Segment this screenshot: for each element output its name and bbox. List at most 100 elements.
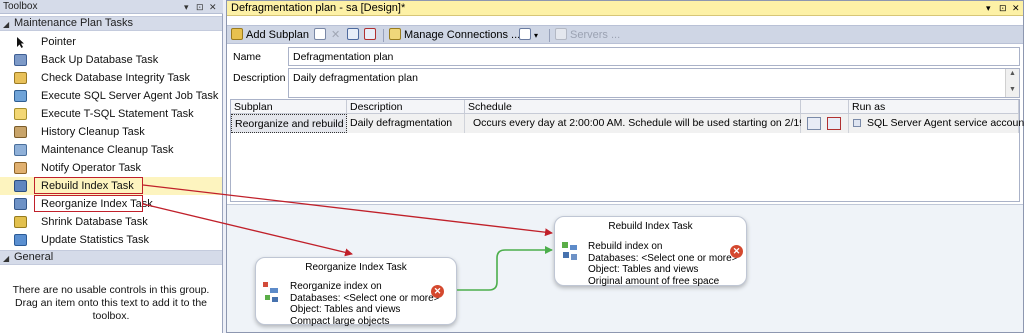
- dropdown-icon[interactable]: ▾: [986, 1, 991, 15]
- close-icon[interactable]: ✕: [209, 0, 217, 14]
- column-header-schedule-buttons: [801, 100, 849, 114]
- toolbox-item-update-statistics[interactable]: Update Statistics Task: [0, 231, 222, 249]
- group-maintenance-plan-tasks[interactable]: ◢ Maintenance Plan Tasks: [0, 16, 222, 31]
- designer-toolbar: Add Subplan ✕ Manage Connections ... ▾ S…: [227, 25, 1023, 44]
- report-icon: [519, 28, 531, 40]
- item-label: History Cleanup Task: [41, 126, 145, 138]
- cell-run-as[interactable]: SQL Server Agent service account: [849, 114, 1024, 133]
- pin-icon[interactable]: ⊡: [999, 1, 1007, 15]
- toolbox-item-execute-agent-job[interactable]: Execute SQL Server Agent Job Task: [0, 87, 222, 105]
- plan-description-field[interactable]: Daily defragmentation plan ▲ ▼: [288, 68, 1020, 98]
- column-header-schedule[interactable]: Schedule: [465, 100, 801, 114]
- rebuild-index-icon: [14, 180, 27, 192]
- manage-connections-button[interactable]: Manage Connections ...: [389, 27, 520, 43]
- dropdown-icon[interactable]: ▾: [184, 0, 189, 14]
- reorganize-index-icon: [262, 280, 280, 304]
- cell-subplan[interactable]: Reorganize and rebuild: [231, 114, 347, 133]
- history-cleanup-icon: [14, 126, 27, 138]
- toolbox-item-execute-tsql[interactable]: Execute T-SQL Statement Task: [0, 105, 222, 123]
- add-subplan-icon: [231, 28, 243, 40]
- collapse-triangle-icon: ◢: [3, 20, 10, 29]
- pin-icon[interactable]: ⊡: [196, 0, 204, 14]
- subplan-grid: Subplan Description Schedule Run as Reor…: [230, 99, 1024, 202]
- toolbox-item-back-up-database[interactable]: Back Up Database Task: [0, 51, 222, 69]
- general-empty-message: There are no usable controls in this gro…: [12, 284, 210, 322]
- maintenance-plan-designer: Defragmentation plan - sa [Design]* ▾ ⊡ …: [226, 0, 1024, 333]
- rebuild-index-task-box[interactable]: Rebuild Index Task Rebuild index on Data…: [554, 216, 747, 287]
- item-label: Maintenance Cleanup Task: [41, 144, 174, 156]
- column-header-run-as[interactable]: Run as: [849, 100, 1019, 114]
- connections-icon: [389, 28, 401, 40]
- reorganize-index-icon: [14, 198, 27, 210]
- toolbox-title-bar: Toolbox ▾ ⊡ ✕: [0, 0, 223, 14]
- error-icon[interactable]: ✕: [431, 285, 444, 298]
- item-label: Notify Operator Task: [41, 162, 142, 174]
- toolbox-panel: Toolbox ▾ ⊡ ✕ ◢ Maintenance Plan Tasks P…: [0, 0, 223, 333]
- servers-button[interactable]: Servers ...: [555, 27, 620, 43]
- calendar-icon: [347, 28, 359, 40]
- update-statistics-icon: [14, 234, 27, 246]
- item-label: Shrink Database Task: [41, 216, 148, 228]
- column-header-subplan[interactable]: Subplan: [231, 100, 347, 114]
- backup-database-icon: [14, 54, 27, 66]
- toolbox-title: Toolbox: [3, 1, 38, 12]
- toolbox-item-history-cleanup[interactable]: History Cleanup Task: [0, 123, 222, 141]
- subplan-schedule-button[interactable]: [347, 27, 362, 43]
- pointer-icon: [14, 36, 27, 48]
- remove-schedule-icon[interactable]: [827, 117, 841, 130]
- check-integrity-icon: [14, 72, 27, 84]
- document-title: Defragmentation plan - sa [Design]*: [231, 2, 406, 14]
- toolbox-item-notify-operator[interactable]: Notify Operator Task: [0, 159, 222, 177]
- reporting-button[interactable]: ▾: [519, 27, 538, 43]
- dropdown-icon[interactable]: [853, 119, 861, 127]
- rebuild-index-icon: [561, 239, 579, 263]
- toolbox-item-reorganize-index[interactable]: Reorganize Index Task: [0, 195, 222, 213]
- toolbar-separator: [383, 29, 384, 42]
- item-label: Check Database Integrity Task: [41, 72, 190, 84]
- servers-icon: [555, 28, 567, 40]
- task-title: Reorganize Index Task: [305, 262, 407, 273]
- item-label: Update Statistics Task: [41, 234, 150, 246]
- delete-subplan-button[interactable]: ✕: [331, 27, 340, 43]
- agent-job-icon: [14, 90, 27, 102]
- toolbox-item-shrink-database[interactable]: Shrink Database Task: [0, 213, 222, 231]
- task-details: Reorganize index on Databases: <Select o…: [290, 281, 440, 327]
- item-label: Pointer: [41, 36, 76, 48]
- plan-name-field[interactable]: Defragmentation plan: [288, 47, 1020, 66]
- toolbox-item-rebuild-index[interactable]: Rebuild Index Task: [0, 177, 222, 195]
- add-subplan-button[interactable]: Add Subplan: [231, 27, 309, 43]
- cell-description[interactable]: Daily defragmentation: [347, 114, 465, 133]
- description-scrollbar[interactable]: ▲ ▼: [1005, 69, 1019, 97]
- notify-operator-icon: [14, 162, 27, 174]
- document-tab[interactable]: Defragmentation plan - sa [Design]* ▾ ⊡ …: [227, 1, 1023, 16]
- tsql-icon: [14, 108, 27, 120]
- item-label: Back Up Database Task: [41, 54, 159, 66]
- close-icon[interactable]: ✕: [1012, 1, 1020, 15]
- toolbox-item-check-database-integrity[interactable]: Check Database Integrity Task: [0, 69, 222, 87]
- scroll-down-icon[interactable]: ▼: [1009, 86, 1016, 93]
- cell-schedule[interactable]: Occurs every day at 2:00:00 AM. Schedule…: [465, 114, 834, 133]
- collapse-triangle-icon: ◢: [3, 254, 10, 263]
- group-label: Maintenance Plan Tasks: [14, 17, 134, 29]
- properties-icon: [314, 28, 326, 40]
- subplan-properties-button[interactable]: [314, 27, 329, 43]
- error-icon[interactable]: ✕: [730, 245, 743, 258]
- task-title: Rebuild Index Task: [608, 221, 693, 232]
- scroll-up-icon[interactable]: ▲: [1009, 70, 1016, 77]
- item-label: Reorganize Index Task: [41, 198, 153, 210]
- item-label: Rebuild Index Task: [41, 180, 134, 192]
- remove-schedule-icon: [364, 28, 376, 40]
- column-header-description[interactable]: Description: [347, 100, 465, 114]
- reorganize-index-task-box[interactable]: Reorganize Index Task Reorganize index o…: [255, 257, 457, 327]
- remove-schedule-button[interactable]: [364, 27, 379, 43]
- maintenance-cleanup-icon: [14, 144, 27, 156]
- item-label: Execute SQL Server Agent Job Task: [41, 90, 219, 102]
- toolbox-item-pointer[interactable]: Pointer: [0, 33, 222, 51]
- shrink-database-icon: [14, 216, 27, 228]
- edit-schedule-calendar-icon[interactable]: [807, 117, 821, 130]
- item-label: Execute T-SQL Statement Task: [41, 108, 194, 120]
- group-general[interactable]: ◢ General: [0, 250, 222, 265]
- description-label: Description: [233, 72, 286, 84]
- toolbox-item-maintenance-cleanup[interactable]: Maintenance Cleanup Task: [0, 141, 222, 159]
- name-label: Name: [233, 51, 262, 63]
